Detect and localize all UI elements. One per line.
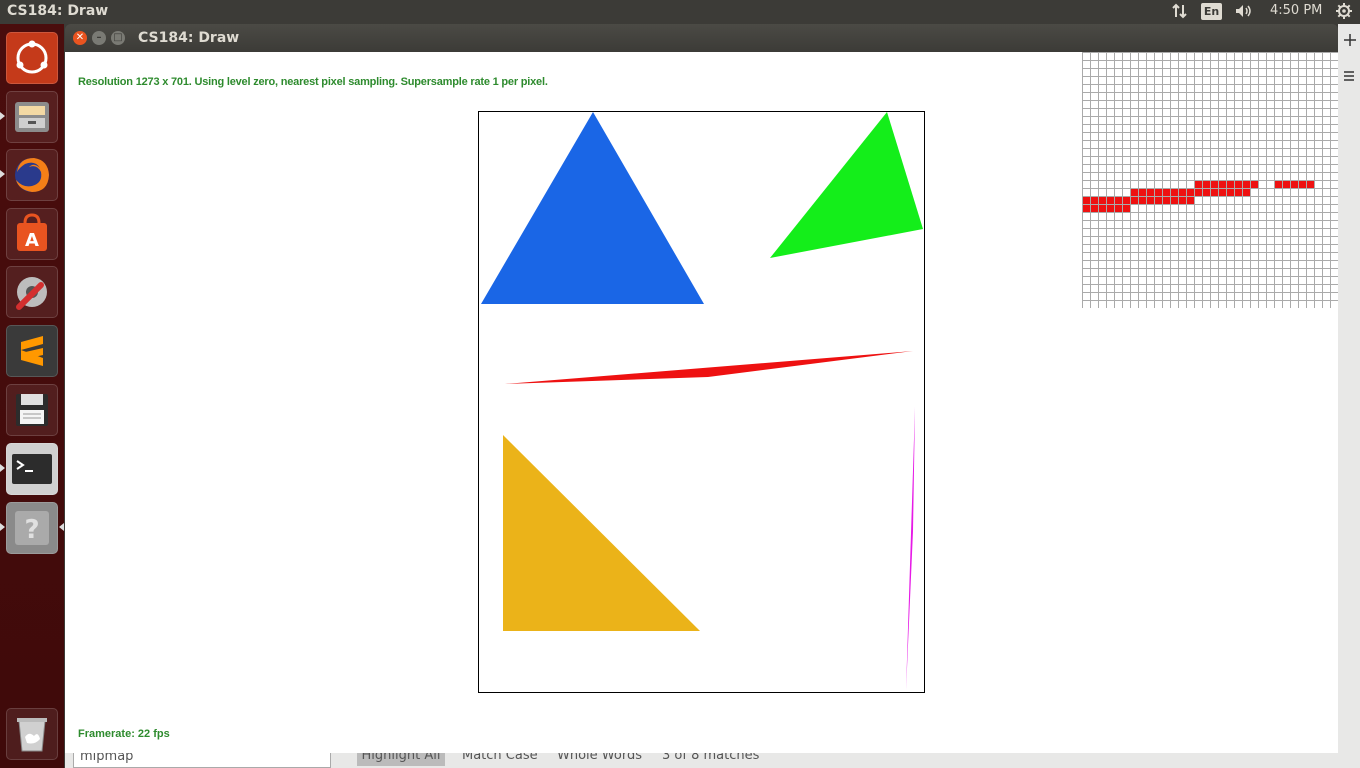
help-icon[interactable]: ? <box>6 502 58 554</box>
svg-text:A: A <box>25 230 39 251</box>
trash-icon[interactable] <box>6 708 58 760</box>
find-input[interactable]: mipmap <box>73 753 331 768</box>
software-center-icon[interactable]: A <box>6 208 58 260</box>
firefox-icon[interactable] <box>6 149 58 201</box>
window-title: CS184: Draw <box>138 30 240 46</box>
clock[interactable]: 4:50 PM <box>1270 3 1322 18</box>
settings-gear-icon[interactable] <box>1336 3 1352 23</box>
draw-window: ✕ – □ CS184: Draw Resolution 1273 x 701.… <box>65 24 1338 753</box>
terminal-icon[interactable] <box>6 443 58 495</box>
svg-text:?: ? <box>24 515 39 545</box>
resolution-status: Resolution 1273 x 701. Using level zero,… <box>78 76 548 88</box>
launcher: A ? <box>0 24 64 768</box>
minimize-icon[interactable]: – <box>92 31 106 45</box>
active-window-title: CS184: Draw <box>7 3 109 19</box>
files-icon[interactable] <box>6 91 58 143</box>
sublime-text-icon[interactable] <box>6 325 58 377</box>
framerate-status: Framerate: 22 fps <box>78 728 170 740</box>
save-disk-icon[interactable] <box>6 384 58 436</box>
ubuntu-dash-icon[interactable] <box>6 32 58 84</box>
whole-words-toggle[interactable]: Whole Words <box>557 753 642 766</box>
zoom-red-pixel-run <box>1178 188 1250 196</box>
keyboard-language-icon[interactable]: En <box>1201 3 1222 20</box>
scene-viewport[interactable] <box>478 111 925 693</box>
match-case-toggle[interactable]: Match Case <box>462 753 538 766</box>
window-titlebar[interactable]: ✕ – □ CS184: Draw <box>65 24 1338 52</box>
system-settings-icon[interactable] <box>6 266 58 318</box>
close-icon[interactable]: ✕ <box>73 31 87 45</box>
maximize-icon[interactable]: □ <box>111 31 125 45</box>
volume-icon[interactable] <box>1234 3 1254 23</box>
match-count: 3 of 8 matches <box>662 753 760 763</box>
network-icon[interactable] <box>1172 3 1188 23</box>
top-panel: CS184: Draw En 4:50 PM <box>0 0 1360 24</box>
zoom-red-pixel-run <box>1274 180 1314 188</box>
pixel-zoom-inspector <box>1082 52 1338 308</box>
highlight-all-button[interactable]: Highlight All <box>357 753 445 766</box>
background-find-bar: mipmap Highlight All Match Case Whole Wo… <box>65 753 1360 768</box>
draw-canvas[interactable]: Resolution 1273 x 701. Using level zero,… <box>65 52 1338 753</box>
background-window-edge <box>1338 24 1360 753</box>
menu-icon <box>1344 71 1354 81</box>
